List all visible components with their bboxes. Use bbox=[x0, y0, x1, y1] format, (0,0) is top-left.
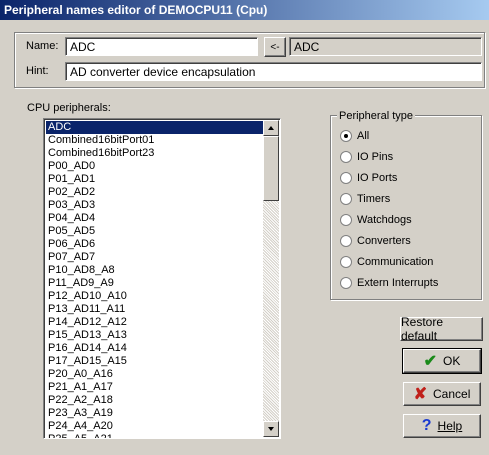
list-item[interactable]: P16_AD14_A14 bbox=[46, 342, 266, 355]
radio-label: Extern Interrupts bbox=[357, 277, 439, 289]
radio-label: All bbox=[357, 130, 370, 142]
list-item[interactable]: P03_AD3 bbox=[46, 199, 266, 212]
ok-label: OK bbox=[443, 354, 461, 368]
list-item[interactable]: P02_AD2 bbox=[46, 186, 266, 199]
list-item[interactable]: P05_AD5 bbox=[46, 225, 266, 238]
list-item[interactable]: ADC bbox=[46, 121, 266, 134]
radio-timers[interactable]: Timers bbox=[340, 193, 390, 205]
help-label: Help bbox=[437, 419, 463, 433]
list-item[interactable]: P01_AD1 bbox=[46, 173, 266, 186]
list-item[interactable]: P14_AD12_A12 bbox=[46, 316, 266, 329]
list-item[interactable]: P11_AD9_A9 bbox=[46, 277, 266, 290]
list-item[interactable]: Combined16bitPort23 bbox=[46, 147, 266, 160]
cpu-peripherals-label: CPU peripherals: bbox=[27, 102, 111, 114]
radio-label: IO Pins bbox=[357, 151, 394, 163]
radio-circle-icon bbox=[340, 151, 352, 163]
list-item[interactable]: P04_AD4 bbox=[46, 212, 266, 225]
hint-input[interactable]: AD converter device encapsulation bbox=[65, 62, 482, 81]
list-item[interactable]: P21_A1_A17 bbox=[46, 381, 266, 394]
name-label: Name: bbox=[26, 40, 59, 52]
list-item[interactable]: Combined16bitPort01 bbox=[46, 134, 266, 147]
ok-button[interactable]: ✔ OK bbox=[402, 348, 482, 374]
copy-name-button[interactable]: <- bbox=[264, 37, 286, 57]
list-item[interactable]: P07_AD7 bbox=[46, 251, 266, 264]
list-scrollbar[interactable] bbox=[263, 120, 279, 437]
cancel-label: Cancel bbox=[433, 387, 471, 401]
radio-converters[interactable]: Converters bbox=[340, 235, 411, 247]
radio-extern-interrupts[interactable]: Extern Interrupts bbox=[340, 277, 438, 289]
list-item[interactable]: P23_A3_A19 bbox=[46, 407, 266, 420]
radio-circle-icon bbox=[340, 277, 352, 289]
list-item[interactable]: P13_AD11_A11 bbox=[46, 303, 266, 316]
radio-circle-icon bbox=[340, 172, 352, 184]
cancel-button[interactable]: ✘ Cancel bbox=[403, 382, 481, 406]
radio-label: Communication bbox=[357, 256, 434, 268]
radio-io-ports[interactable]: IO Ports bbox=[340, 172, 397, 184]
list-item[interactable]: P17_AD15_A15 bbox=[46, 355, 266, 368]
radio-all[interactable]: All bbox=[340, 130, 369, 142]
cpu-peripherals-listbox[interactable]: ADC Combined16bitPort01 Combined16bitPort2… bbox=[43, 118, 281, 439]
radio-label: Converters bbox=[357, 235, 411, 247]
radio-circle-icon bbox=[340, 130, 352, 142]
list-item[interactable]: P10_AD8_A8 bbox=[46, 264, 266, 277]
peripheral-type-label: Peripheral type bbox=[337, 110, 415, 122]
list-item[interactable]: P15_AD13_A13 bbox=[46, 329, 266, 342]
scroll-thumb[interactable] bbox=[263, 136, 279, 201]
list-item[interactable]: P25_A5_A21 bbox=[46, 433, 266, 438]
original-name-field: ADC bbox=[289, 37, 482, 56]
radio-io-pins[interactable]: IO Pins bbox=[340, 151, 393, 163]
radio-circle-icon bbox=[340, 193, 352, 205]
scroll-down-button[interactable] bbox=[263, 421, 279, 437]
peripheral-list: ADC Combined16bitPort01 Combined16bitPort2… bbox=[46, 121, 266, 438]
help-button[interactable]: ? Help bbox=[403, 414, 481, 438]
radio-label: IO Ports bbox=[357, 172, 398, 184]
list-item[interactable]: P20_A0_A16 bbox=[46, 368, 266, 381]
list-item[interactable]: P12_AD10_A10 bbox=[46, 290, 266, 303]
radio-circle-icon bbox=[340, 214, 352, 226]
radio-watchdogs[interactable]: Watchdogs bbox=[340, 214, 412, 226]
hint-label: Hint: bbox=[26, 65, 49, 77]
radio-circle-icon bbox=[340, 235, 352, 247]
radio-circle-icon bbox=[340, 256, 352, 268]
name-input[interactable]: ADC bbox=[65, 37, 258, 56]
window-title: Peripheral names editor of DEMOCPU11 (Cp… bbox=[0, 0, 489, 20]
arrow-up-icon bbox=[268, 126, 274, 130]
radio-communication[interactable]: Communication bbox=[340, 256, 433, 268]
question-icon: ? bbox=[421, 417, 432, 434]
check-icon: ✔ bbox=[423, 353, 438, 370]
restore-default-label: Restore default bbox=[401, 315, 444, 343]
scroll-up-button[interactable] bbox=[263, 120, 279, 136]
x-icon: ✘ bbox=[413, 386, 428, 403]
radio-label: Watchdogs bbox=[357, 214, 412, 226]
arrow-down-icon bbox=[268, 427, 274, 431]
list-item[interactable]: P00_AD0 bbox=[46, 160, 266, 173]
restore-default-button[interactable]: Restore default bbox=[400, 315, 483, 343]
list-item[interactable]: P06_AD6 bbox=[46, 238, 266, 251]
radio-label: Timers bbox=[357, 193, 391, 205]
list-item[interactable]: P24_A4_A20 bbox=[46, 420, 266, 433]
peripheral-type-group bbox=[330, 115, 482, 300]
list-item[interactable]: P22_A2_A18 bbox=[46, 394, 266, 407]
